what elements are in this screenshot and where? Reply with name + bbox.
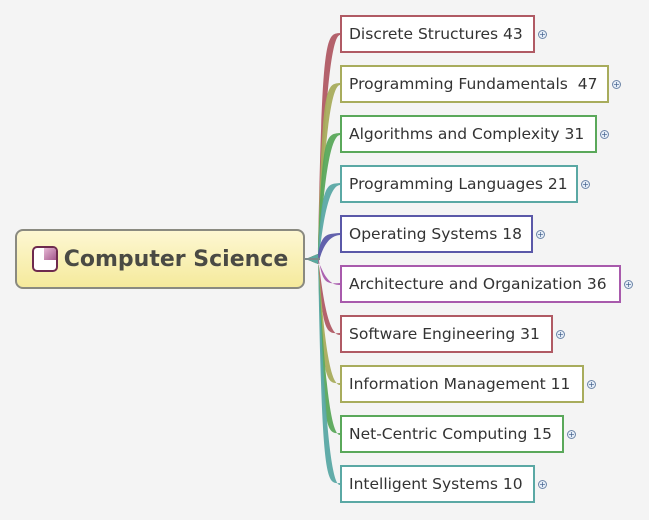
subtopic-label: Operating Systems 18 xyxy=(349,225,522,243)
subtopic-label: Algorithms and Complexity 31 xyxy=(349,125,585,143)
expand-plus-icon[interactable]: + xyxy=(538,480,547,489)
subtopic-7[interactable]: Software Engineering 31 xyxy=(340,315,553,353)
subtopic-2[interactable]: Programming Fundamentals 47 xyxy=(340,65,609,103)
subtopic-label: Information Management 11 xyxy=(349,375,571,393)
subtopic-label: Programming Fundamentals 47 xyxy=(349,75,598,93)
expand-plus-icon[interactable]: + xyxy=(587,380,596,389)
expand-plus-icon[interactable]: + xyxy=(600,130,609,139)
expand-plus-icon[interactable]: + xyxy=(536,230,545,239)
subtopic-label: Architecture and Organization 36 xyxy=(349,275,607,293)
subtopic-label: Software Engineering 31 xyxy=(349,325,540,343)
subtopic-label: Discrete Structures 43 xyxy=(349,25,523,43)
expand-plus-icon[interactable]: + xyxy=(538,30,547,39)
expand-plus-icon[interactable]: + xyxy=(581,180,590,189)
subtopic-5[interactable]: Operating Systems 18 xyxy=(340,215,533,253)
central-topic-label: Computer Science xyxy=(63,246,289,272)
subtopic-1[interactable]: Discrete Structures 43 xyxy=(340,15,535,53)
subtopic-10[interactable]: Intelligent Systems 10 xyxy=(340,465,535,503)
subtopic-label: Programming Languages 21 xyxy=(349,175,568,193)
expand-plus-icon[interactable]: + xyxy=(624,280,633,289)
subtopic-6[interactable]: Architecture and Organization 36 xyxy=(340,265,621,303)
task-quarter-icon xyxy=(31,246,58,272)
expand-plus-icon[interactable]: + xyxy=(556,330,565,339)
central-topic[interactable]: Computer Science xyxy=(15,229,305,289)
subtopic-4[interactable]: Programming Languages 21 xyxy=(340,165,578,203)
subtopic-9[interactable]: Net-Centric Computing 15 xyxy=(340,415,564,453)
connector-10 xyxy=(306,254,340,486)
subtopic-3[interactable]: Algorithms and Complexity 31 xyxy=(340,115,597,153)
expand-plus-icon[interactable]: + xyxy=(567,430,576,439)
subtopic-8[interactable]: Information Management 11 xyxy=(340,365,584,403)
subtopic-label: Net-Centric Computing 15 xyxy=(349,425,552,443)
subtopic-label: Intelligent Systems 10 xyxy=(349,475,523,493)
expand-plus-icon[interactable]: + xyxy=(612,80,621,89)
